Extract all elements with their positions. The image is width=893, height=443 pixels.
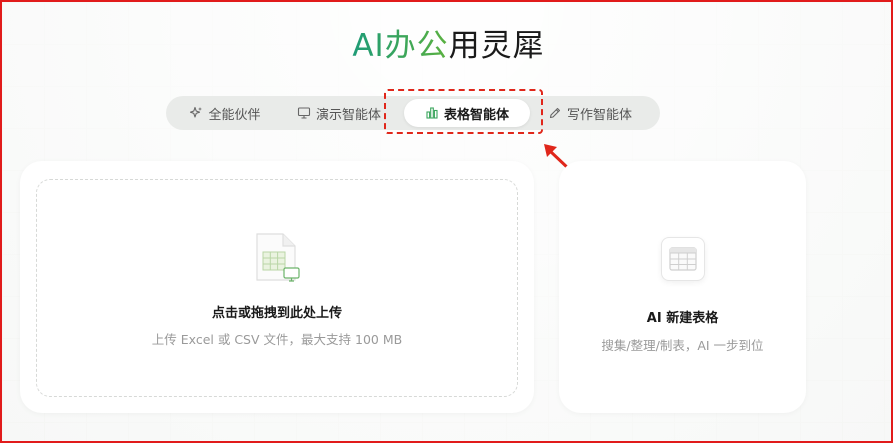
tab-presentation-agent[interactable]: 演示智能体 <box>280 99 398 127</box>
table-icon <box>660 237 705 281</box>
pencil-icon <box>549 107 561 119</box>
spreadsheet-file-icon <box>256 233 300 282</box>
bar-chart-icon <box>426 107 438 119</box>
tab-label: 全能伙伴 <box>208 107 261 123</box>
tab-spreadsheet-agent[interactable]: 表格智能体 <box>404 99 530 127</box>
new-sheet-title: AI 新建表格 <box>646 311 719 326</box>
sparkle-icon <box>190 106 203 118</box>
upload-dropzone[interactable]: 点击或拖拽到此处上传 上传 Excel 或 CSV 文件，最大支持 100 MB <box>36 179 518 397</box>
tab-writing-agent[interactable]: 写作智能体 <box>530 99 650 127</box>
new-sheet-subtitle: 搜集/整理/制表，AI 一步到位 <box>601 338 764 353</box>
tab-label: 表格智能体 <box>443 107 509 123</box>
presentation-icon <box>297 107 311 119</box>
upload-title: 点击或拖拽到此处上传 <box>211 306 342 321</box>
page-title: AI办公用灵犀 <box>2 24 891 68</box>
upload-card: 点击或拖拽到此处上传 上传 Excel 或 CSV 文件，最大支持 100 MB <box>20 161 534 413</box>
tab-label: 演示智能体 <box>315 107 381 123</box>
upload-subtitle: 上传 Excel 或 CSV 文件，最大支持 100 MB <box>151 332 403 347</box>
title-brand: AI办公 <box>352 28 449 64</box>
app-frame: AI办公用灵犀 全能伙伴 演示智能体 表格智能体 写作智能体 点击或拖拽到此处上… <box>0 0 893 443</box>
tab-all-partner[interactable]: 全能伙伴 <box>170 99 280 127</box>
tab-label: 写作智能体 <box>566 107 632 123</box>
title-rest: 用灵犀 <box>448 28 545 64</box>
agent-tabs: 全能伙伴 演示智能体 表格智能体 写作智能体 <box>166 96 660 130</box>
new-sheet-card[interactable]: AI 新建表格 搜集/整理/制表，AI 一步到位 <box>559 161 806 413</box>
